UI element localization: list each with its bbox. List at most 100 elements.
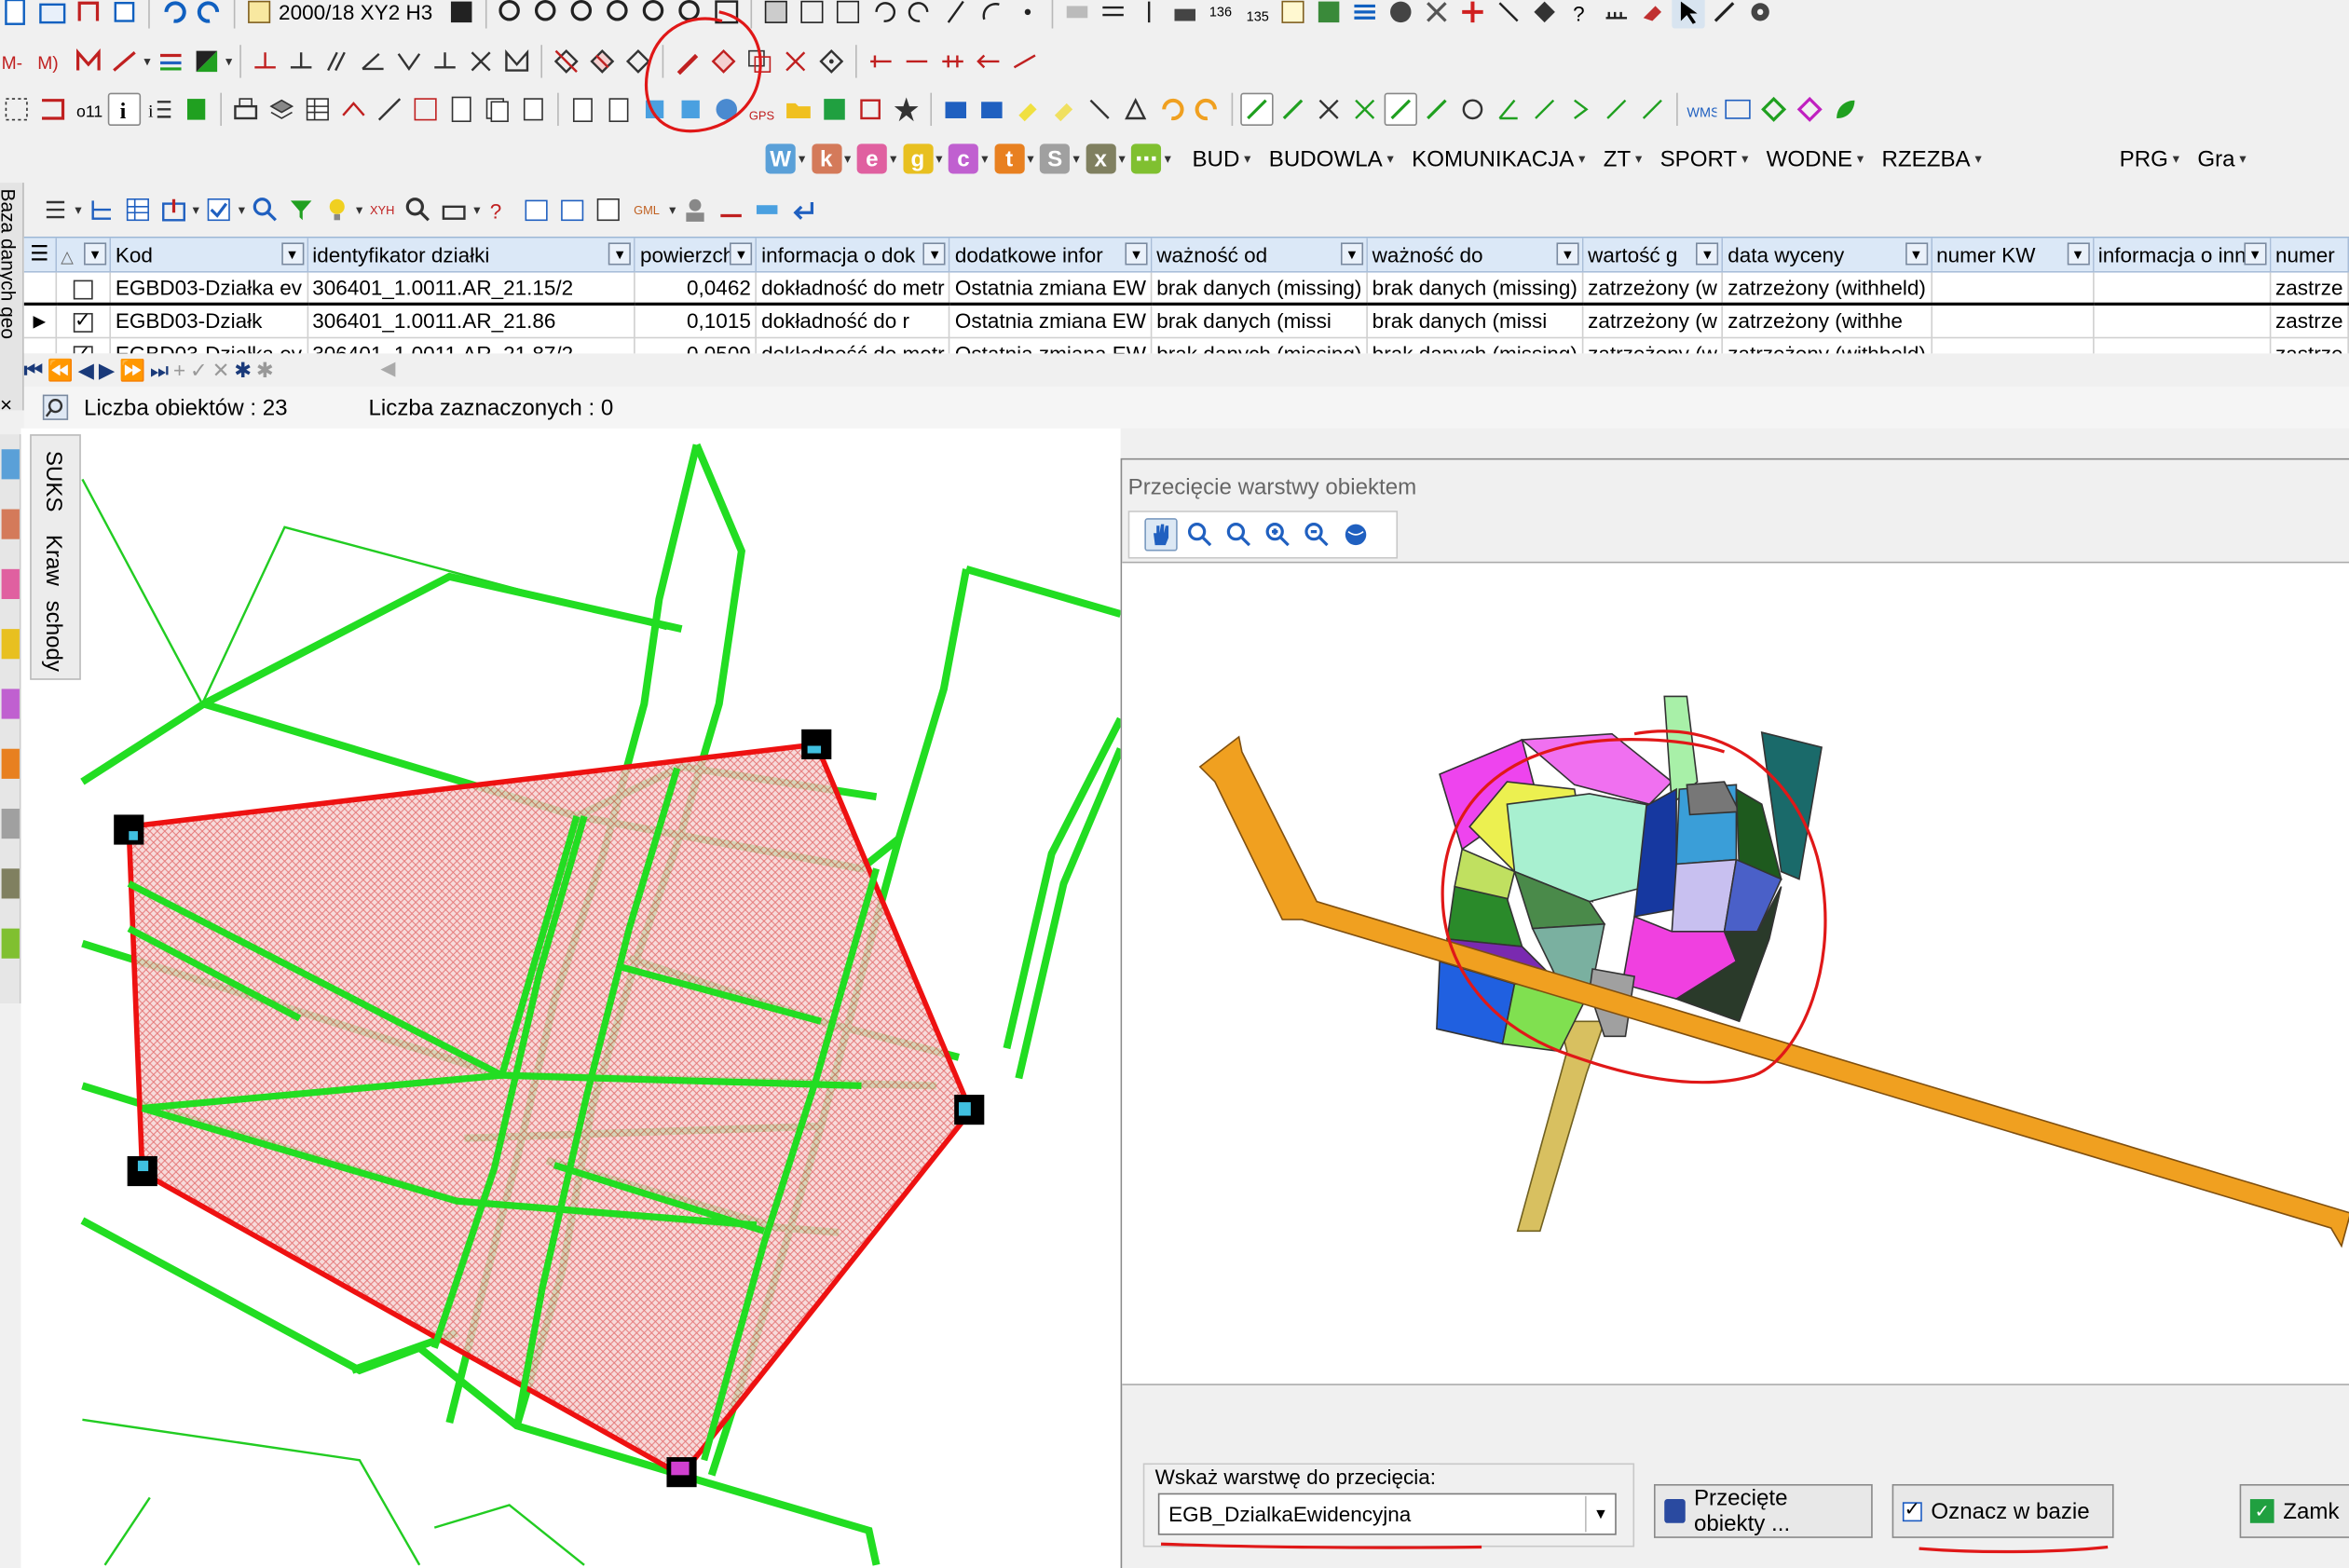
grid-filter-icon[interactable]	[284, 193, 317, 225]
cut-layer-object-icon[interactable]	[586, 45, 619, 77]
letter-button[interactable]: k ▾	[811, 143, 851, 174]
table-view-icon[interactable]	[120, 193, 153, 225]
mark-in-db-checkbox[interactable]	[1902, 1497, 1922, 1521]
grid-print-icon[interactable]	[438, 193, 471, 225]
row-indicator[interactable]: ▶	[23, 302, 57, 338]
col-header[interactable]: informacja o inn ▼	[2093, 238, 2272, 272]
letter-button[interactable]: e ▾	[856, 143, 896, 174]
category-menu[interactable]: WODNE ▾	[1767, 146, 1864, 171]
table-cell[interactable]: zatrzeżony (withheld)	[1722, 336, 1932, 354]
table-cell[interactable]: brak danych (missi	[1151, 302, 1368, 338]
row-checkbox-cell[interactable]	[55, 302, 112, 338]
tools-icon[interactable]	[1707, 0, 1740, 29]
table-cell[interactable]: EGBD03-Działk	[110, 302, 308, 338]
category-menu[interactable]: BUDOWLA ▾	[1269, 146, 1394, 171]
grid-bulb-icon[interactable]	[320, 193, 352, 225]
list-tool-icon[interactable]	[1348, 0, 1381, 29]
diagonal-arrow-icon[interactable]	[1492, 0, 1524, 29]
angle-icon[interactable]	[357, 45, 389, 77]
zoom-in-icon[interactable]	[1262, 518, 1294, 551]
side-tab-base[interactable]: Baza danych geo	[0, 189, 20, 339]
table-cell[interactable]	[1931, 270, 2094, 306]
table-cell[interactable]: zastrze	[2270, 336, 2349, 354]
letter-button[interactable]: t ▾	[994, 143, 1034, 174]
checkbox-header[interactable]: △ ▼	[55, 238, 112, 272]
perpendicular-icon[interactable]	[249, 45, 281, 77]
layers-icon[interactable]	[266, 93, 298, 126]
table-cell[interactable]	[2093, 336, 2272, 354]
col-header[interactable]: identyfikator działki ▼	[307, 238, 636, 272]
add-record-icon[interactable]: +	[173, 358, 185, 382]
row-checkbox-cell[interactable]	[55, 270, 112, 306]
row-indicator[interactable]	[23, 270, 57, 306]
table-cell[interactable]: 306401_1.0011.AR_21.15/2	[307, 270, 636, 306]
clipboard-icon[interactable]	[567, 93, 599, 126]
grid-measure-icon[interactable]	[715, 193, 747, 225]
folder-icon[interactable]	[782, 93, 814, 126]
export-blue-icon[interactable]	[976, 93, 1008, 126]
vertex-icon[interactable]	[865, 45, 897, 77]
palette-w-icon[interactable]	[1, 449, 20, 480]
side-tab-schody[interactable]: schody	[40, 601, 65, 672]
left-panel-tab[interactable]: Baza danych geo	[0, 183, 24, 411]
table-cell[interactable]: 0,0462	[635, 270, 758, 306]
preview-canvas[interactable]	[1122, 561, 2349, 1385]
table-cell[interactable]: zatrzeżony (withhe	[1722, 302, 1932, 338]
grid-ruler-icon[interactable]	[751, 193, 784, 225]
grid-menu-icon[interactable]	[39, 193, 72, 225]
table-row[interactable]: ▶ EGBD03-Działk306401_1.0011.AR_21.860,10…	[23, 302, 2349, 338]
table-cell[interactable]: brak danych (missi	[1367, 302, 1584, 338]
star-tool-icon[interactable]	[890, 93, 922, 126]
undo-orange-icon[interactable]	[1155, 93, 1188, 126]
category-menu[interactable]: KOMUNIKACJA ▾	[1412, 146, 1585, 171]
table-cell[interactable]: brak danych (missing)	[1367, 270, 1584, 306]
select-rect-icon[interactable]	[0, 93, 33, 126]
scissors-icon[interactable]	[779, 45, 812, 77]
zoom-extent-icon[interactable]	[1183, 518, 1216, 551]
table-row[interactable]: EGBD03-Działka ev 306401_1.0011.AR_21.15/…	[23, 270, 2349, 306]
grid-zoom-icon[interactable]	[402, 193, 434, 225]
red-cross-icon[interactable]	[1455, 0, 1488, 29]
zoom-out-icon[interactable]	[530, 0, 563, 29]
last-record-icon[interactable]: ⏭	[150, 357, 169, 382]
table-tool-icon[interactable]	[1276, 0, 1308, 29]
col-header[interactable]: powierzch ▼	[635, 238, 758, 272]
col-header[interactable]: Kod ▼	[110, 238, 308, 272]
col-header[interactable]: data wyceny ▼	[1722, 238, 1932, 272]
grid-gml-icon[interactable]: GML	[627, 193, 666, 225]
grid-help-icon[interactable]: ?	[484, 193, 516, 225]
table-cell[interactable]	[2093, 302, 2272, 338]
grid-xyh-icon[interactable]: XYH	[365, 193, 398, 225]
refresh-record-icon[interactable]: ✱	[234, 357, 252, 382]
close-button[interactable]: ✓ Zamk	[2239, 1483, 2349, 1538]
row-indicator[interactable]	[23, 336, 57, 354]
table-cell[interactable]	[2093, 270, 2272, 306]
rotate-cw-icon[interactable]	[903, 0, 936, 29]
table-cell[interactable]	[1931, 336, 2094, 354]
select-polygon-icon[interactable]	[36, 93, 69, 126]
eraser-yellow-icon[interactable]	[1047, 93, 1080, 126]
eraser-icon[interactable]	[1635, 0, 1668, 29]
label-135-icon[interactable]: 135	[1240, 0, 1273, 29]
slash-line-icon[interactable]	[1083, 93, 1115, 126]
letter-button[interactable]: ⋯ ▾	[1131, 143, 1171, 174]
table-cell[interactable]	[1931, 302, 2094, 338]
open-file-icon[interactable]	[36, 0, 69, 29]
palette-s-icon[interactable]	[1, 809, 20, 839]
edit-shape-icon[interactable]	[337, 93, 370, 126]
selected-polygon[interactable]	[126, 741, 975, 1479]
image-tool-icon[interactable]	[1312, 0, 1345, 29]
parallel-icon[interactable]	[321, 45, 353, 77]
palette-more-icon[interactable]	[1, 928, 20, 959]
checkbox-tool-icon[interactable]	[795, 0, 827, 29]
table-cell[interactable]: brak danych (missing)	[1367, 336, 1584, 354]
cut-objects-button[interactable]: Przecięte obiekty ...	[1653, 1483, 1873, 1538]
print-icon[interactable]	[229, 93, 262, 126]
offset-icon[interactable]	[429, 45, 461, 77]
table-cell[interactable]: dokładność do metr	[756, 336, 951, 354]
category-menu[interactable]: PRG ▾	[2120, 146, 2179, 171]
m-bracket-icon[interactable]: M)	[36, 45, 69, 77]
tree-view-icon[interactable]	[85, 193, 117, 225]
midpoint-icon[interactable]	[900, 45, 933, 77]
table-row[interactable]: EGBD03-Działka ev306401_1.0011.AR_21.87/…	[23, 336, 2349, 354]
